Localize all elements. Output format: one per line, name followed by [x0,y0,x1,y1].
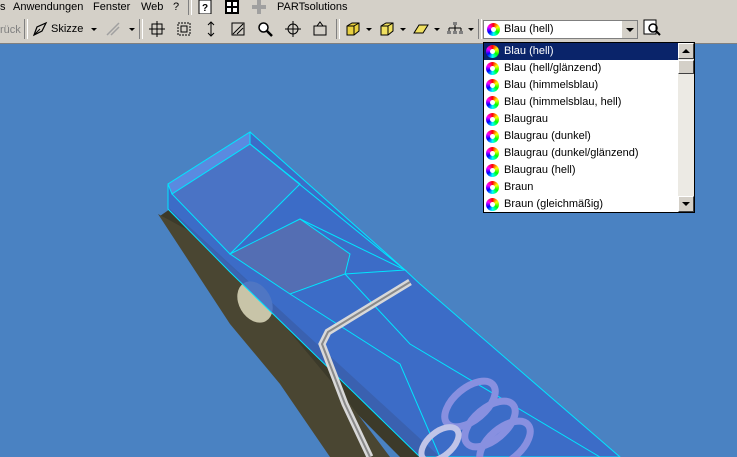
zoom-button[interactable] [201,19,221,39]
zoom-all-icon [149,21,165,37]
plus-icon [252,0,266,14]
cube-icon [380,22,394,36]
sketch-pencil-icon [32,21,48,37]
zoom-selected-button[interactable] [255,19,275,39]
disabled-tool-icon [106,22,120,36]
scroll-down-button[interactable] [678,196,694,212]
zoom-window-icon [177,22,191,36]
color-wheel-icon [486,181,499,194]
display-mode-button[interactable] [343,19,363,39]
color-wheel-icon [486,62,499,75]
measure-dropdown-arrow[interactable] [129,28,135,31]
toolbar-separator [139,19,143,39]
color-combo[interactable]: Blau (hell) [483,20,638,39]
menu-partsolutions[interactable]: PARTsolutions [277,0,348,15]
zoom-window-button[interactable] [174,19,194,39]
sketch-button[interactable]: Skizze [30,19,100,39]
structure-dropdown-arrow[interactable] [468,28,474,31]
add-button[interactable] [250,0,268,15]
scroll-thumb[interactable] [678,60,694,74]
color-option[interactable]: Blau (hell/glänzend) [484,60,678,77]
tree-icon [447,22,463,34]
arrow-up-icon [682,49,690,53]
zoom-all-button[interactable] [147,19,167,39]
color-wheel-icon [486,147,499,160]
color-wheel-icon [486,79,499,92]
menu-anwendungen[interactable]: Anwendungen [13,0,83,15]
whats-this-help-button[interactable]: ? [196,0,214,15]
toolbar-separator [24,19,28,39]
view-orientation-button[interactable] [377,19,397,39]
magnifier-icon [258,22,273,37]
color-option[interactable]: Blau (himmelsblau, hell) [484,94,678,111]
color-option[interactable]: Blau (himmelsblau) [484,77,678,94]
color-wheel-icon [487,23,500,36]
grid-document-icon [225,0,239,14]
main-toolbar: rück Skizze Blau (hell) [0,15,737,44]
color-wheel-icon [486,96,499,109]
color-option[interactable]: Blaugrau (dunkel/glänzend) [484,145,678,162]
menu-help[interactable]: ? [173,0,179,15]
color-wheel-icon [486,45,499,58]
work-plane-dropdown-arrow[interactable] [434,28,440,31]
svg-text:?: ? [202,3,208,14]
sketch-label: Skizze [51,23,84,35]
color-wheel-icon [486,164,499,177]
rotate-icon [285,21,301,37]
color-wheel-icon [486,113,499,126]
color-picker-button[interactable] [643,19,665,40]
plane-icon [413,24,429,34]
zoom-arrows-icon [207,21,215,37]
view-orientation-dropdown-arrow[interactable] [400,28,406,31]
arrow-down-icon [682,202,690,206]
toolbar-separator [336,19,340,39]
work-plane-button[interactable] [411,19,431,39]
toolbar-separator [478,19,482,39]
back-button-label[interactable]: rück [0,23,21,38]
color-option[interactable]: Blaugrau (dunkel) [484,128,678,145]
menu-partial[interactable]: s [0,0,6,15]
look-at-button[interactable] [310,19,330,39]
find-icon [643,19,661,36]
menu-separator [188,0,192,15]
color-wheel-icon [486,130,499,143]
menu-bar: s Anwendungen Fenster Web ? ? PARTsoluti… [0,0,737,15]
scroll-up-button[interactable] [678,43,694,59]
color-option[interactable]: Blau (hell) [484,43,678,60]
menu-web[interactable]: Web [141,0,163,15]
shaded-cube-icon [346,22,360,36]
help-book-icon: ? [198,0,212,14]
color-option[interactable]: Braun [484,179,678,196]
display-mode-dropdown-arrow[interactable] [366,28,372,31]
color-option[interactable]: Blaugrau [484,111,678,128]
color-wheel-icon [486,198,499,211]
color-combo-value: Blau (hell) [504,23,554,35]
color-dropdown-list[interactable]: Blau (hell) Blau (hell/glänzend) Blau (h… [483,42,695,213]
menu-fenster[interactable]: Fenster [93,0,130,15]
pan-icon [231,22,245,36]
web-grid-button[interactable] [223,0,241,15]
pan-button[interactable] [228,19,248,39]
structure-button[interactable] [445,19,465,39]
look-at-icon [313,21,327,36]
color-option[interactable]: Blaugrau (hell) [484,162,678,179]
rotate-button[interactable] [283,19,303,39]
dropdown-scrollbar[interactable] [678,43,694,212]
color-option[interactable]: Braun (gleichmäßig) [484,196,678,212]
measure-button[interactable] [103,19,123,39]
sketch-dropdown-arrow[interactable] [91,28,97,31]
color-combo-dropdown-button[interactable] [621,21,637,38]
